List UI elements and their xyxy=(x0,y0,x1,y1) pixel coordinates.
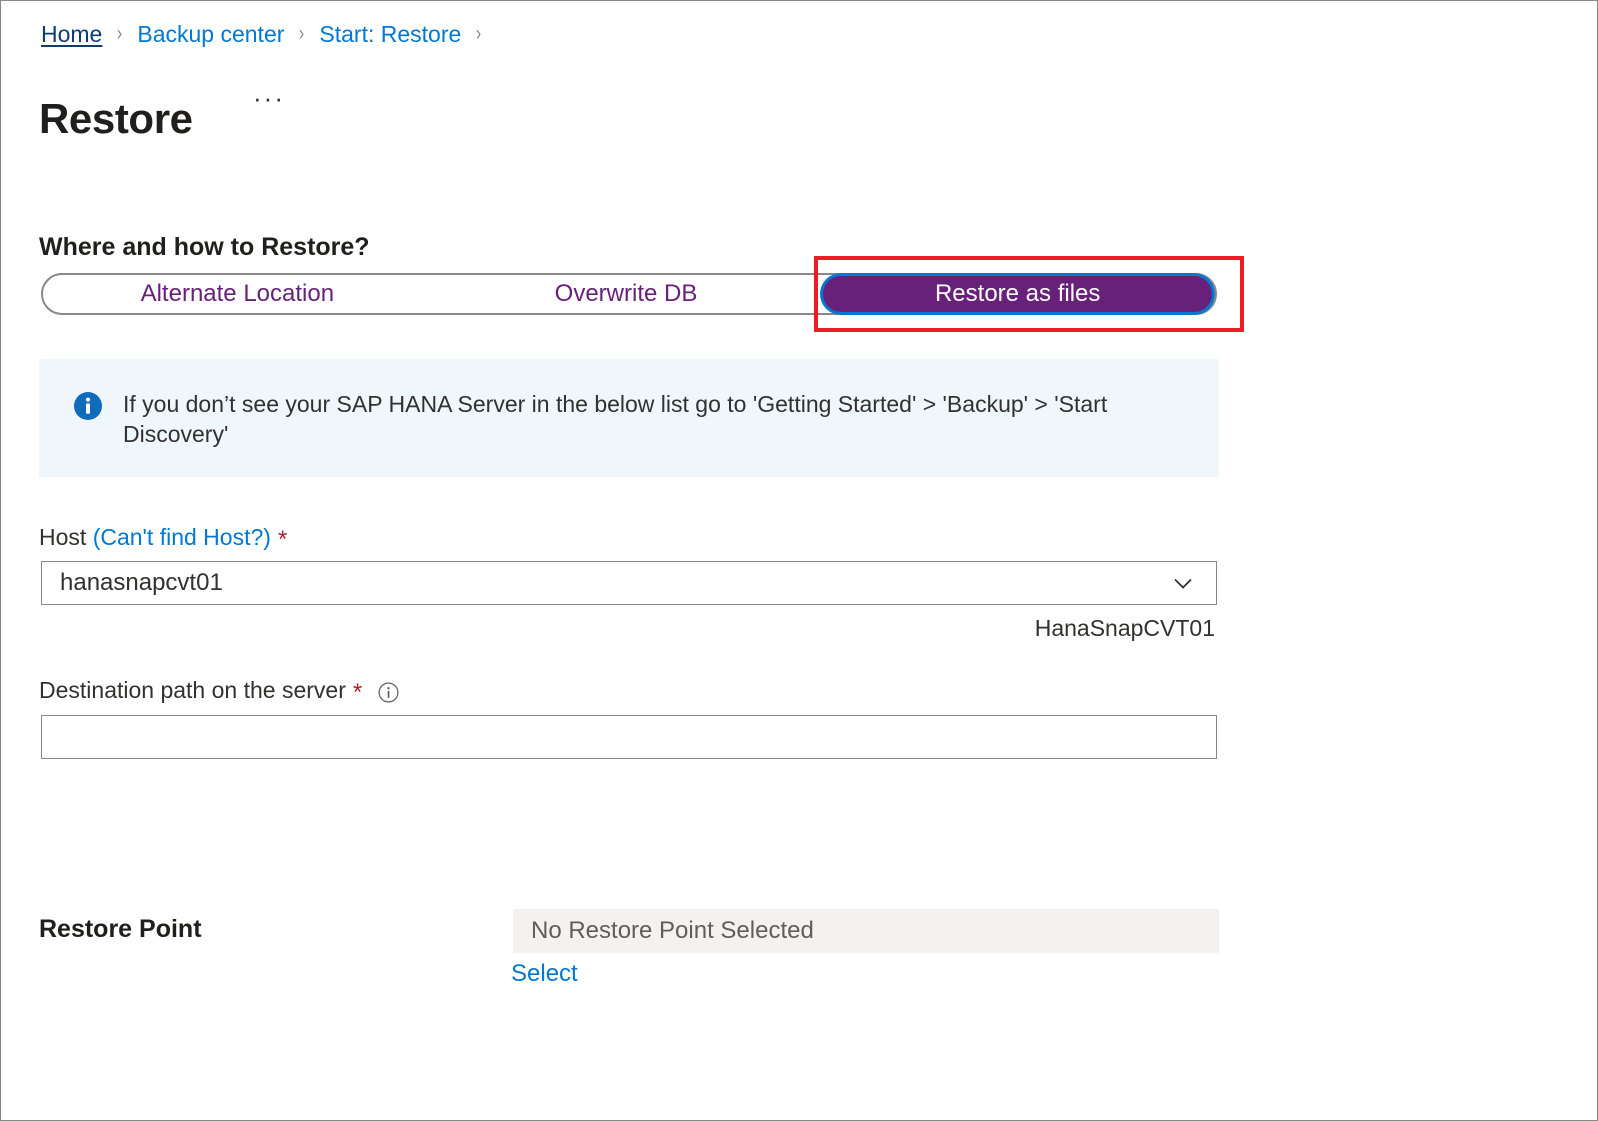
destination-required-asterisk: * xyxy=(352,679,363,706)
breadcrumb: Home › Backup center › Start: Restore › xyxy=(41,18,496,50)
tab-overwrite-db[interactable]: Overwrite DB xyxy=(432,275,821,313)
chevron-down-icon xyxy=(1170,570,1196,596)
info-banner: If you don’t see your SAP HANA Server in… xyxy=(39,359,1219,477)
restore-mode-toggle-group: Alternate Location Overwrite DB Restore … xyxy=(41,273,1217,315)
tab-restore-as-files[interactable]: Restore as files xyxy=(823,276,1213,312)
breadcrumb-item-backup-center[interactable]: Backup center xyxy=(137,18,284,50)
breadcrumb-separator-icon: › xyxy=(117,22,123,45)
info-circle-filled-icon xyxy=(73,391,103,421)
host-dropdown[interactable]: hanasnapcvt01 xyxy=(41,561,1217,605)
host-dropdown-value: hanasnapcvt01 xyxy=(60,569,223,596)
info-circle-outline-icon[interactable] xyxy=(378,680,399,702)
breadcrumb-item-home[interactable]: Home xyxy=(41,18,102,50)
host-field-label: Host (Can't find Host?) * xyxy=(39,522,287,552)
info-banner-text: If you don’t see your SAP HANA Server in… xyxy=(123,391,1108,447)
breadcrumb-separator-icon: › xyxy=(299,22,305,45)
section-heading-where-and-how: Where and how to Restore? xyxy=(39,232,370,261)
breadcrumb-separator-icon: › xyxy=(476,22,482,45)
tab-alternate-location[interactable]: Alternate Location xyxy=(43,275,432,313)
page-title: Restore xyxy=(39,95,193,143)
destination-label-text: Destination path on the server xyxy=(39,677,346,703)
restore-point-label: Restore Point xyxy=(39,915,202,943)
restore-point-value: No Restore Point Selected xyxy=(531,917,814,944)
host-required-asterisk: * xyxy=(277,526,288,553)
more-menu-button[interactable]: ··· xyxy=(249,81,289,115)
restore-point-value-box: No Restore Point Selected xyxy=(513,909,1219,953)
host-label-text: Host xyxy=(39,524,87,550)
breadcrumb-item-start-restore[interactable]: Start: Restore xyxy=(319,18,461,50)
cant-find-host-link[interactable]: (Can't find Host?) xyxy=(93,522,271,552)
select-restore-point-link[interactable]: Select xyxy=(511,958,578,990)
restore-page: Home › Backup center › Start: Restore › … xyxy=(0,0,1598,1121)
destination-path-label: Destination path on the server * xyxy=(39,675,399,705)
destination-path-input[interactable] xyxy=(41,715,1217,759)
host-helper-text: HanaSnapCVT01 xyxy=(1034,615,1215,641)
